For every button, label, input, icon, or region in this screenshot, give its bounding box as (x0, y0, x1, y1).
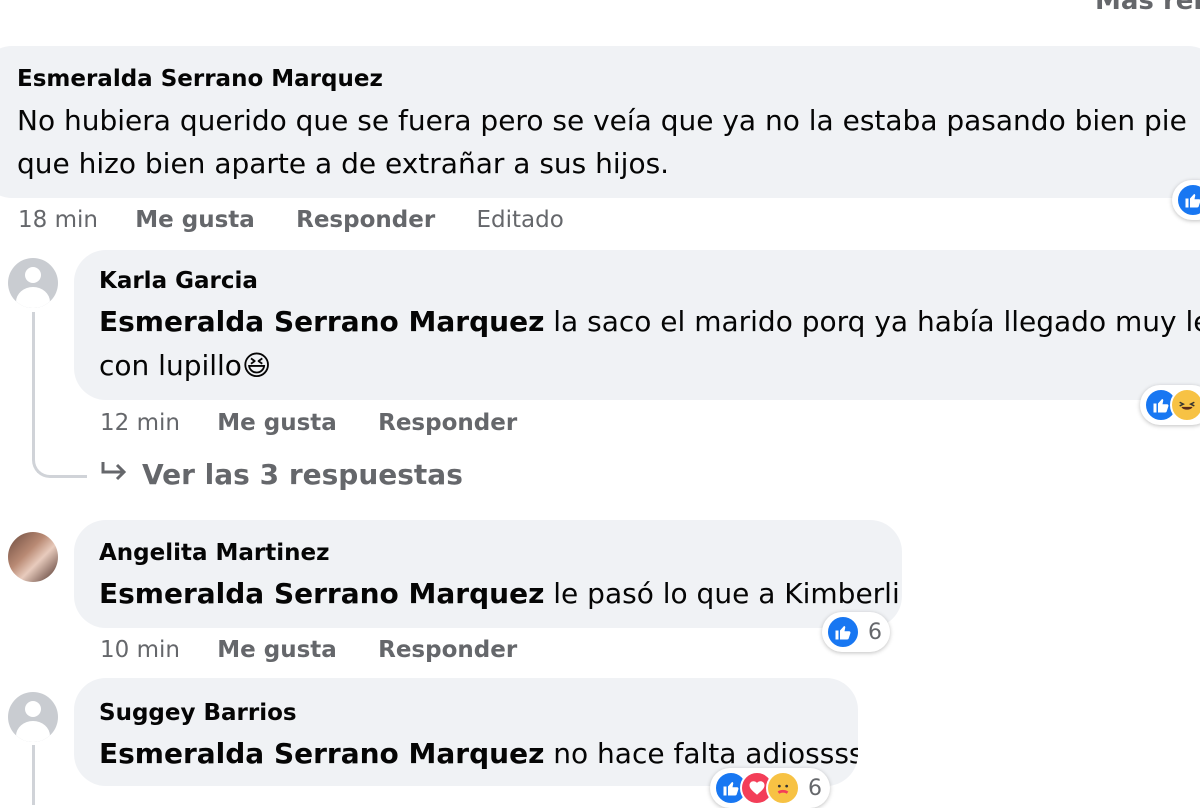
mention-link[interactable]: Esmeralda Serrano Marquez (99, 577, 544, 610)
haha-icon (1170, 388, 1200, 422)
avatar[interactable] (8, 692, 58, 742)
comment-time[interactable]: 18 min (18, 207, 98, 233)
thread-connector (32, 420, 87, 478)
avatar[interactable] (8, 258, 58, 308)
laughing-emoji: 😆 (241, 349, 272, 382)
comment-author[interactable]: Karla Garcia (99, 268, 258, 294)
reaction-summary[interactable]: 6 (710, 768, 830, 808)
comment-time[interactable]: 12 min (100, 410, 180, 436)
reply-arrow-icon (100, 458, 130, 491)
thread-line (32, 745, 35, 805)
like-button[interactable]: Me gusta (217, 410, 337, 436)
comment-bubble: Angelita Martinez Esmeralda Serrano Marq… (74, 520, 902, 628)
reaction-count: 6 (868, 619, 882, 645)
reply-button[interactable]: Responder (296, 207, 435, 233)
like-icon (826, 615, 860, 649)
comment-bubble: Karla Garcia Esmeralda Serrano Marquez l… (74, 250, 1200, 400)
comment-text-line: Esmeralda Serrano Marquez la saco el mar… (99, 300, 1200, 343)
thread-line (32, 312, 35, 432)
avatar[interactable] (8, 532, 58, 582)
comment-text-line: con lupillo😆 (99, 344, 271, 387)
comment-text-line: que hizo bien aparte a de extrañar a sus… (17, 147, 670, 180)
comment-text: le pasó lo que a Kimberli (544, 577, 900, 610)
mention-link[interactable]: Esmeralda Serrano Marquez (99, 737, 544, 770)
like-icon (1176, 183, 1200, 217)
comment-author[interactable]: Angelita Martinez (99, 540, 330, 566)
comment-text-line: No hubiera querido que se fuera pero se … (17, 104, 1187, 137)
comment-time[interactable]: 10 min (100, 637, 180, 663)
comment-text-line: Esmeralda Serrano Marquez le pasó lo que… (99, 572, 900, 615)
reply-button[interactable]: Responder (378, 410, 517, 436)
like-button[interactable]: Me gusta (135, 207, 255, 233)
reply-button[interactable]: Responder (378, 637, 517, 663)
edited-label: Editado (476, 207, 564, 233)
comment-bubble: Esmeralda Serrano Marquez No hubiera que… (0, 46, 1200, 198)
comment-actions: 10 min Me gusta Responder (100, 637, 517, 663)
comment-text: con lupillo (99, 349, 242, 382)
comment-actions: 18 min Me gusta Responder Editado (18, 207, 564, 233)
comment-author[interactable]: Esmeralda Serrano Marquez (17, 66, 383, 92)
reaction-summary[interactable] (1140, 385, 1200, 425)
comment-text: la saco el marido porq ya había llegado … (544, 305, 1200, 338)
reaction-summary[interactable] (1172, 180, 1200, 220)
comment-text: no hace falta adiossss (544, 737, 858, 770)
more-relevant-link[interactable]: Más rel (1095, 0, 1200, 16)
like-button[interactable]: Me gusta (217, 637, 337, 663)
reaction-summary[interactable]: 6 (822, 612, 890, 652)
mention-link[interactable]: Esmeralda Serrano Marquez (99, 305, 544, 338)
view-replies-label: Ver las 3 respuestas (142, 458, 463, 491)
comment-actions: 12 min Me gusta Responder (100, 410, 517, 436)
view-replies-button[interactable]: Ver las 3 respuestas (100, 458, 463, 491)
reaction-count: 6 (808, 775, 822, 801)
comment-author[interactable]: Suggey Barrios (99, 700, 297, 726)
